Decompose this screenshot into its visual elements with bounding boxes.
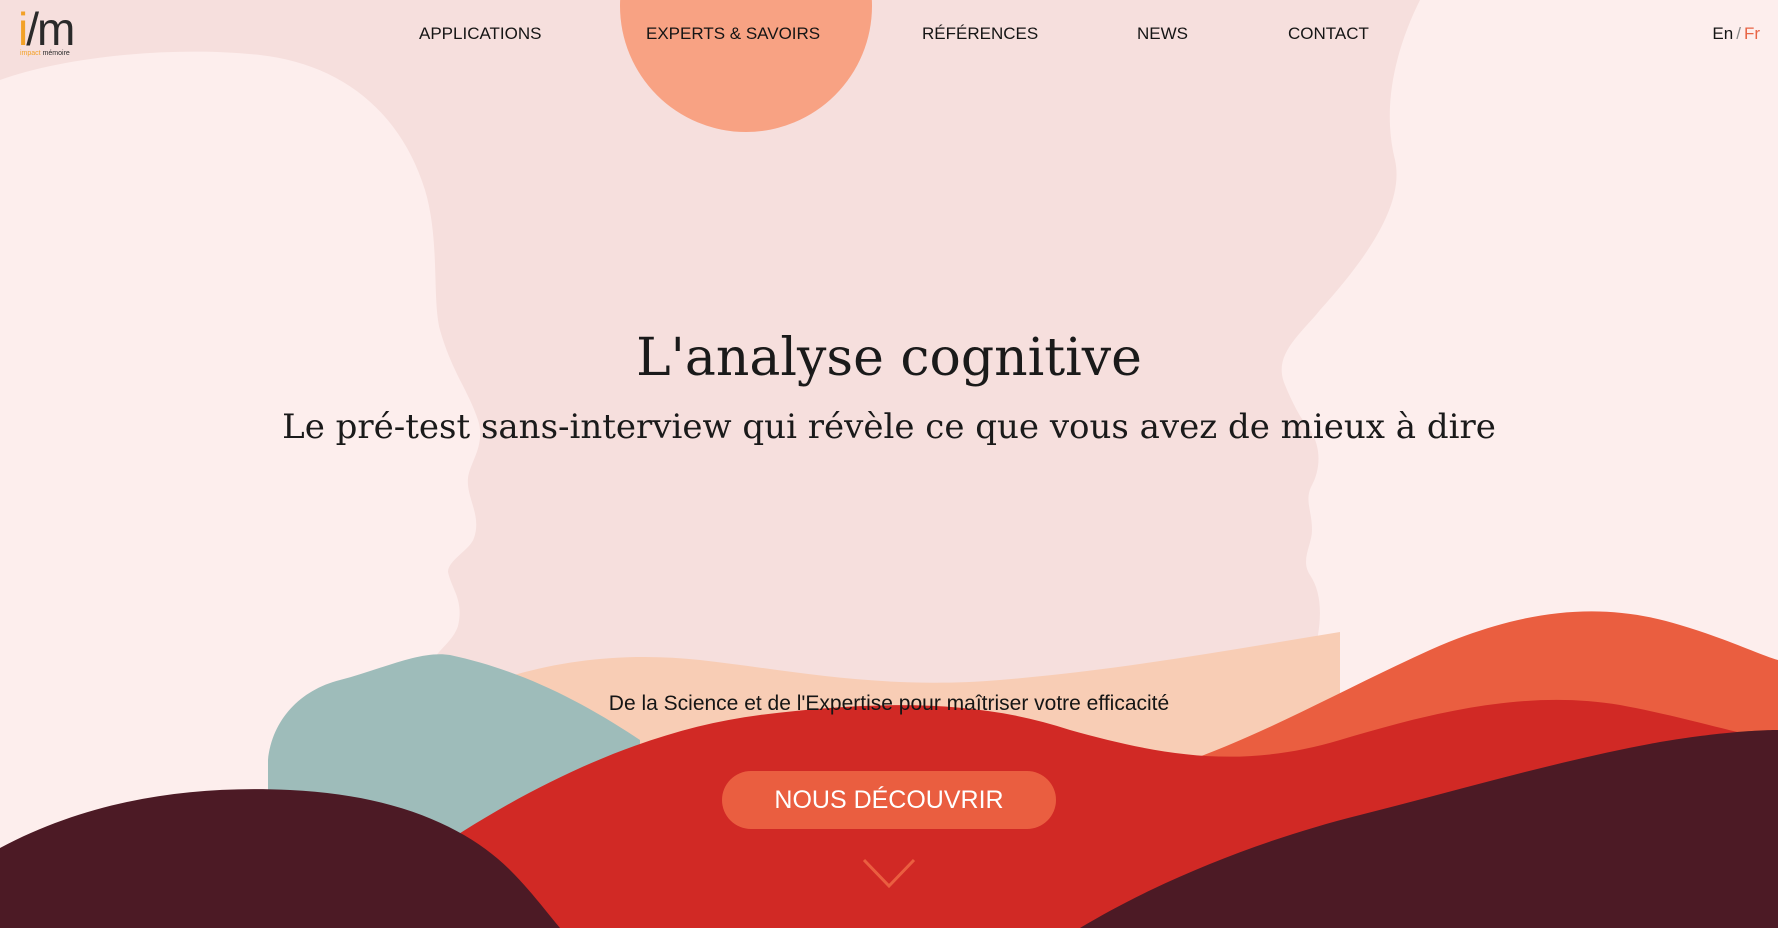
page: i/m impact mémoire APPLICATIONS EXPERTS … <box>0 0 1778 928</box>
nav-item-references[interactable]: RÉFÉRENCES <box>922 24 1038 44</box>
chevron-down-icon[interactable] <box>860 856 918 892</box>
hero-tagline: De la Science et de l'Expertise pour maî… <box>608 692 1170 715</box>
hero-title: L'analyse cognitive <box>636 328 1142 388</box>
nav-item-news[interactable]: NEWS <box>1137 24 1188 44</box>
logo-subtitle-memoire: mémoire <box>40 50 70 57</box>
logo-subtitle: impact mémoire <box>20 50 70 57</box>
chevron-down-icon-svg <box>862 858 916 889</box>
nav-item-applications[interactable]: APPLICATIONS <box>419 24 542 44</box>
nav-item-contact[interactable]: CONTACT <box>1288 24 1369 44</box>
hero-subtitle: Le pré-test sans-interview qui révèle ce… <box>282 407 1496 447</box>
lang-fr[interactable]: Fr <box>1744 24 1760 43</box>
main-navigation: APPLICATIONS EXPERTS & SAVOIRS RÉFÉRENCE… <box>0 24 1778 48</box>
discover-button[interactable]: NOUS DÉCOUVRIR <box>722 771 1056 829</box>
logo-subtitle-impact: impact <box>20 50 41 57</box>
nav-item-experts-savoirs[interactable]: EXPERTS & SAVOIRS <box>646 24 820 44</box>
lang-en[interactable]: En <box>1712 24 1733 43</box>
language-switcher: En / Fr <box>1712 24 1760 44</box>
lang-separator: / <box>1736 24 1741 43</box>
